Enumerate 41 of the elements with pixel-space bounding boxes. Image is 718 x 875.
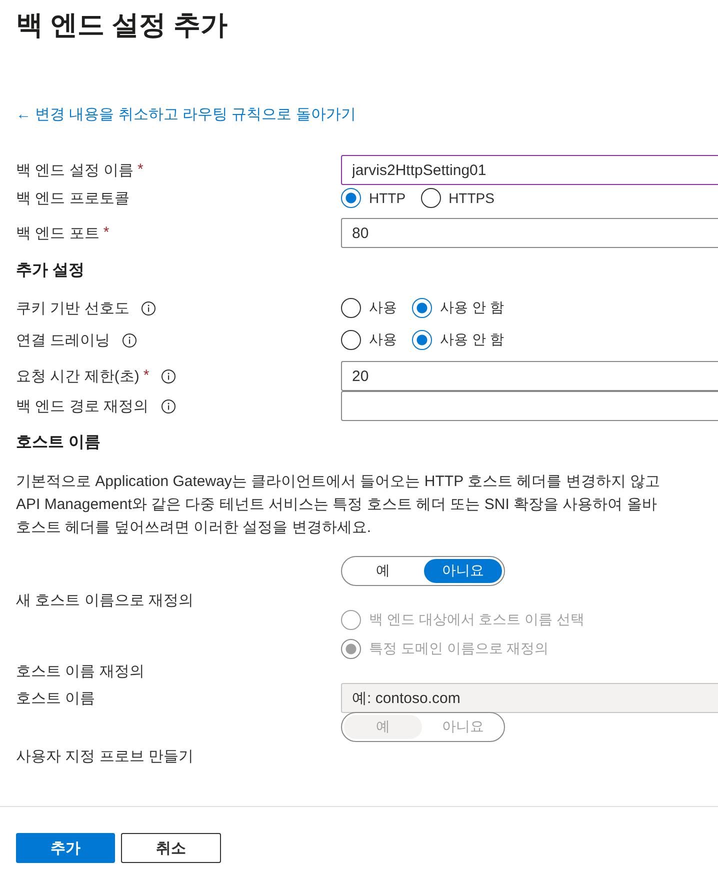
section-heading: 추가 설정 [16,260,84,280]
radio-button[interactable] [412,298,432,318]
field-label: 백 엔드 경로 재정의 [16,396,149,416]
field-label: 백 엔드 포트 * [16,224,110,242]
radio-option[interactable]: HTTPS [420,188,494,208]
field-label: 새 호스트 이름으로 재정의 [16,591,194,610]
info-icon[interactable] [141,300,156,316]
radio-button[interactable] [412,330,432,350]
radio-button[interactable] [341,330,361,350]
text-field[interactable]: 20 [341,361,718,391]
field-label: 연결 드레이닝 [16,330,110,350]
add-button[interactable]: 추가 [16,833,115,863]
toggle-switch[interactable]: 예 아니요 [341,556,505,586]
info-icon[interactable] [122,332,138,348]
text-field[interactable]: 80 [341,218,718,248]
text-field[interactable] [341,391,718,421]
radio-button[interactable] [341,188,361,208]
info-icon[interactable] [161,368,176,384]
radio-button[interactable] [341,298,361,318]
field-label: 호스트 이름 재정의 [16,662,144,681]
field-label: 요청 시간 제한(초) * [16,366,150,386]
radio-option[interactable]: 사용 안 함 [412,298,504,318]
radio-option[interactable]: HTTP [341,188,406,208]
field-label: 백 엔드 설정 이름 * [16,160,144,180]
cancel-button[interactable]: 취소 [121,833,221,863]
info-icon[interactable] [160,398,176,414]
text-field[interactable]: jarvis2HttpSetting01 [341,155,718,185]
description-text: 기본적으로 Application Gateway는 클라이언트에서 들어오는 HTTP 호스트 헤더를 변경하지 않고 API Management와 같은 다중 테넌트 서비스는 특정 호스트 헤더 또는 SNI 확장을 사용하여 올바 호스트 헤더를 덮어쓰려면 이러한 설정을 변경하세요. [16,472,661,538]
radio-option[interactable]: 사용 [341,298,397,318]
field-label: 쿠키 기반 선호도 [16,298,130,318]
field-label: 사용자 지정 프로브 만들기 [16,747,194,766]
back-link[interactable]: ← 변경 내용을 취소하고 라우팅 규칙으로 돌아가기 [16,104,356,124]
radio-option[interactable]: 사용 안 함 [412,330,504,350]
radio-option[interactable]: 사용 [341,330,397,350]
page-title: 백 엔드 설정 추가 [16,9,229,42]
toggle-option[interactable]: 예 [344,559,422,583]
toggle-option[interactable]: 아니요 [424,559,502,583]
field-label: 호스트 이름 [16,688,96,708]
field-label: 백 엔드 프로토콜 [16,188,130,208]
section-heading: 호스트 이름 [16,432,100,452]
radio-button[interactable] [420,188,441,208]
